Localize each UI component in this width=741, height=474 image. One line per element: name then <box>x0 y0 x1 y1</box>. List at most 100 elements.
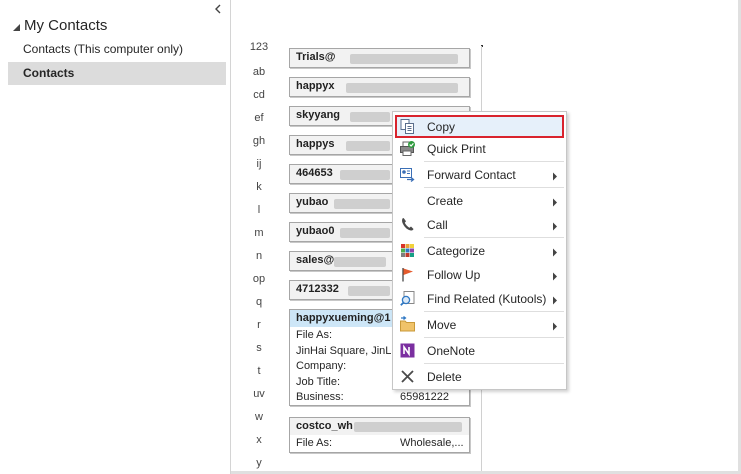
menu-item-quick-print[interactable]: Quick Print <box>395 137 564 160</box>
alpha-index-item[interactable]: ij <box>244 157 274 171</box>
menu-separator <box>424 237 564 238</box>
contact-card-name: 464653 <box>296 167 333 179</box>
submenu-arrow-icon <box>552 294 558 305</box>
contact-field-label: JinHai Square, JinL <box>296 345 392 357</box>
contact-card-header: costco_wh <box>290 418 469 435</box>
contact-field-label: File As: <box>296 437 333 449</box>
redacted-text <box>340 170 390 180</box>
menu-item-delete[interactable]: Delete <box>395 365 564 388</box>
alpha-index-item[interactable]: n <box>244 249 274 263</box>
contact-card-name: happys <box>296 138 335 150</box>
menu-item-label: Call <box>427 218 448 232</box>
contact-field-label: Job Title: <box>296 376 341 388</box>
contact-card[interactable]: Trials@ <box>289 48 470 68</box>
menu-item-forward-contact[interactable]: Forward Contact <box>395 163 564 186</box>
alpha-index-item[interactable]: cd <box>244 88 274 102</box>
contact-field-label: Company: <box>296 360 347 372</box>
redacted-text <box>354 422 462 432</box>
alpha-index-item[interactable]: q <box>244 295 274 309</box>
my-contacts-group-header[interactable]: My Contacts <box>12 15 107 35</box>
contact-card-name: sales@ <box>296 254 335 266</box>
alpha-index-item[interactable]: ab <box>244 65 274 79</box>
folder-item-contacts-this-computer[interactable]: Contacts (This computer only) <box>8 38 226 61</box>
menu-separator <box>424 187 564 188</box>
menu-separator <box>424 311 564 312</box>
menu-item-create[interactable]: Create <box>395 189 564 212</box>
redacted-text <box>350 54 458 64</box>
menu-item-label: Copy <box>427 120 456 134</box>
redacted-text <box>348 286 390 296</box>
menu-item-label: Move <box>427 318 457 332</box>
redacted-text <box>334 199 390 209</box>
contact-field-row: Business: 65981222 <box>296 391 466 406</box>
menu-separator <box>424 161 564 162</box>
submenu-arrow-icon <box>552 170 558 181</box>
contact-card-name: 4712332 <box>296 283 339 295</box>
printer-icon <box>399 140 416 157</box>
contact-card-name: yubao0 <box>296 225 335 237</box>
alpha-index-item[interactable]: 123 <box>244 40 274 54</box>
alpha-index-item[interactable]: gh <box>244 134 274 148</box>
menu-item-move[interactable]: Move <box>395 313 564 336</box>
alpha-index-item[interactable]: k <box>244 180 274 194</box>
contact-card-name: Trials@ <box>296 51 336 63</box>
flag-icon <box>399 266 416 283</box>
redacted-text <box>346 83 458 93</box>
redacted-text <box>350 112 390 122</box>
contact-field-value: 65981222 <box>400 391 449 403</box>
phone-icon <box>399 216 416 233</box>
group-title: My Contacts <box>24 16 108 34</box>
alpha-index-item[interactable]: x <box>244 433 274 447</box>
redacted-text <box>334 257 386 267</box>
context-menu: Copy Quick Print Forward Contact Create … <box>392 111 567 390</box>
menu-item-categorize[interactable]: Categorize <box>395 239 564 262</box>
submenu-arrow-icon <box>552 196 558 207</box>
menu-item-label: OneNote <box>427 344 476 358</box>
menu-item-label: Find Related (Kutools) <box>427 292 547 306</box>
forward-contact-icon <box>399 166 416 183</box>
menu-item-call[interactable]: Call <box>395 213 564 236</box>
onenote-icon <box>399 342 416 359</box>
menu-item-label: Delete <box>427 370 462 384</box>
menu-separator <box>424 363 564 364</box>
collapse-pane-chevron-icon[interactable] <box>210 2 226 16</box>
contact-field-row: File As: Wholesale,... <box>296 437 466 452</box>
alpha-index-item[interactable]: uv <box>244 387 274 401</box>
menu-item-label: Forward Contact <box>427 168 516 182</box>
search-icon <box>399 290 416 307</box>
alpha-index-item[interactable]: w <box>244 410 274 424</box>
contact-card-name: skyyang <box>296 109 341 121</box>
alpha-index-item[interactable]: y <box>244 456 274 470</box>
alpha-index-item[interactable]: op <box>244 272 274 286</box>
alpha-index-item[interactable]: s <box>244 341 274 355</box>
redacted-text <box>346 141 390 151</box>
contact-field-value: Wholesale,... <box>400 437 464 449</box>
alpha-index-item[interactable]: l <box>244 203 274 217</box>
categorize-icon <box>399 242 416 259</box>
menu-item-onenote[interactable]: OneNote <box>395 339 564 362</box>
contact-card-costco[interactable]: costco_wh File As: Wholesale,... <box>289 417 470 453</box>
folder-pane: My Contacts Contacts (This computer only… <box>0 0 231 474</box>
contact-card-name: costco_wh <box>296 420 353 432</box>
menu-item-copy[interactable]: Copy <box>395 115 564 138</box>
folder-move-icon <box>399 316 416 333</box>
submenu-arrow-icon <box>552 320 558 331</box>
menu-item-find-related[interactable]: Find Related (Kutools) <box>395 287 564 310</box>
menu-item-label: Follow Up <box>427 268 481 282</box>
submenu-arrow-icon <box>552 220 558 231</box>
alpha-index-item[interactable]: t <box>244 364 274 378</box>
contact-card-name: yubao <box>296 196 329 208</box>
submenu-arrow-icon <box>552 270 558 281</box>
redacted-text <box>340 228 390 238</box>
alpha-index-item[interactable]: ef <box>244 111 274 125</box>
contact-field-label: Business: <box>296 391 344 403</box>
contact-card[interactable]: happyx <box>289 77 470 97</box>
folder-item-contacts[interactable]: Contacts <box>8 62 226 85</box>
menu-item-follow-up[interactable]: Follow Up <box>395 263 564 286</box>
menu-separator <box>424 337 564 338</box>
alpha-index-item[interactable]: m <box>244 226 274 240</box>
submenu-arrow-icon <box>552 246 558 257</box>
copy-icon <box>399 118 416 135</box>
expand-triangle-icon[interactable] <box>12 21 21 31</box>
alpha-index-item[interactable]: r <box>244 318 274 332</box>
